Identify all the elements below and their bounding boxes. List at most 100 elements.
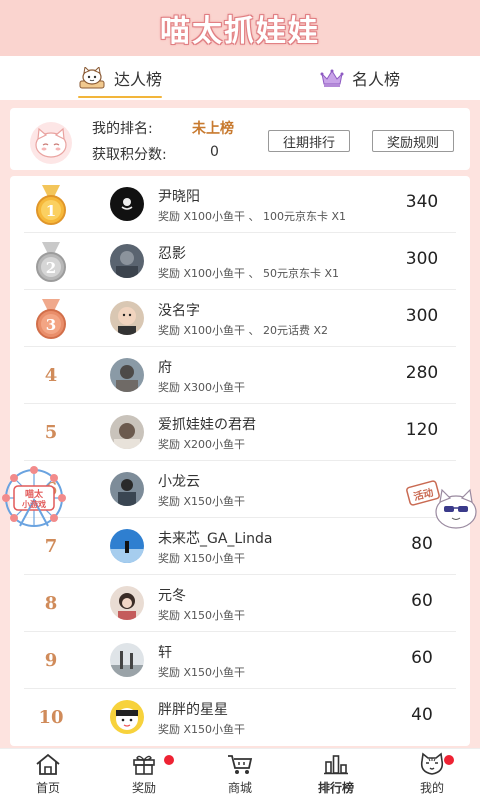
user-score: 300: [405, 306, 439, 326]
leaderboard-row[interactable]: 1 尹晓阳 奖励 X100小鱼干 、 100元京东卡 X1 340: [24, 176, 456, 233]
nav-ranking-label: 排行榜: [317, 781, 354, 795]
nav-mine[interactable]: 我的: [384, 749, 480, 800]
avatar: [110, 529, 144, 563]
tab-celebrities-label: 名人榜: [351, 70, 400, 89]
avatar: [110, 700, 144, 734]
reward-text: 奖励 X200小鱼干: [158, 438, 246, 451]
leaderboard-row[interactable]: 10 胖胖的星星 奖励 X150小鱼干 40: [24, 689, 456, 746]
user-score: 80: [411, 534, 433, 554]
ranking-icon: [322, 751, 350, 777]
user-name: 忍影: [158, 246, 186, 262]
my-rank-card: 我的排名: 未上榜 获取积分数: 0 往期排行 奖励规则: [10, 108, 470, 170]
my-rank-value: 未上榜: [192, 121, 234, 137]
nav-rewards-label: 奖励: [131, 781, 156, 795]
leaderboard-row[interactable]: 3 没名字 奖励 X100小鱼干 、 20元话费 X2 300: [24, 290, 456, 347]
reward-text: 奖励 X100小鱼干 、 100元京东卡 X1: [158, 210, 347, 223]
nav-home-label: 首页: [35, 781, 60, 795]
svg-text:1: 1: [46, 202, 56, 220]
activity-float-button[interactable]: 活动: [406, 478, 480, 534]
mini-game-float-button[interactable]: 喵太 小游戏: [0, 466, 68, 538]
user-name: 元冬: [158, 588, 186, 604]
nav-home[interactable]: 首页: [0, 749, 96, 800]
reward-text: 奖励 X150小鱼干: [158, 723, 246, 736]
nav-mall-label: 商城: [227, 781, 252, 795]
tab-experts[interactable]: 达人榜: [0, 56, 240, 100]
my-score-label: 获取积分数:: [92, 147, 167, 163]
bottom-nav: 首页 奖励 商城 排行榜 我的: [0, 748, 480, 800]
user-score: 40: [411, 705, 433, 725]
user-score: 120: [405, 420, 439, 440]
mini-game-label-bottom: 小游戏: [21, 499, 46, 509]
rank-number: 10: [38, 707, 64, 728]
reward-text: 奖励 X150小鱼干: [158, 666, 246, 679]
cat-icon: [78, 67, 106, 89]
app-title: 喵太抓娃娃: [160, 14, 320, 49]
nav-ranking[interactable]: 排行榜: [288, 749, 384, 800]
reward-text: 奖励 X100小鱼干 、 50元京东卡 X1: [158, 267, 340, 280]
reward-text: 奖励 X300小鱼干: [158, 381, 246, 394]
mini-game-label-top: 喵太: [25, 488, 44, 500]
gift-icon: [131, 751, 157, 777]
crown-icon: [320, 68, 344, 88]
user-score: 340: [405, 192, 439, 212]
bronze-medal-icon: 3: [24, 290, 78, 347]
user-name: 未来芯_GA_Linda: [158, 531, 273, 547]
nav-mall[interactable]: 商城: [192, 749, 288, 800]
my-avatar: [30, 122, 72, 164]
user-name: 尹晓阳: [158, 189, 200, 205]
leaderboard-row[interactable]: 5 爱抓娃娃の君君 奖励 X200小鱼干 120: [24, 404, 456, 461]
cart-icon: [226, 751, 254, 777]
rewards-notification-dot: [164, 755, 174, 765]
reward-text: 奖励 X150小鱼干: [158, 609, 246, 622]
avatar: [110, 244, 144, 278]
avatar: [110, 643, 144, 677]
reward-text: 奖励 X150小鱼干: [158, 552, 246, 565]
svg-text:2: 2: [46, 259, 56, 277]
home-icon: [34, 751, 62, 777]
user-name: 小龙云: [158, 474, 200, 490]
user-score: 300: [405, 249, 439, 269]
mine-notification-dot: [444, 755, 454, 765]
nav-rewards[interactable]: 奖励: [96, 749, 192, 800]
avatar: [110, 472, 144, 506]
svg-text:3: 3: [46, 316, 56, 334]
leaderboard-row[interactable]: 7 未来芯_GA_Linda 奖励 X150小鱼干 80: [24, 518, 456, 575]
avatar: [110, 586, 144, 620]
tab-experts-label: 达人榜: [113, 70, 162, 89]
rank-number: 4: [44, 365, 58, 386]
user-score: 280: [405, 363, 439, 383]
tab-bar: 达人榜 名人榜: [0, 56, 480, 100]
avatar: [110, 358, 144, 392]
app-header: 喵太抓娃娃: [0, 0, 480, 56]
avatar: [110, 301, 144, 335]
history-ranking-button[interactable]: 往期排行: [268, 130, 350, 152]
my-rank-label: 我的排名:: [92, 121, 153, 137]
leaderboard-row[interactable]: 9 轩 奖励 X150小鱼干 60: [24, 632, 456, 689]
user-name: 胖胖的星星: [158, 702, 228, 718]
leaderboard-row[interactable]: 4 府 奖励 X300小鱼干 280: [24, 347, 456, 404]
nav-mine-label: 我的: [419, 781, 444, 795]
cat-face-icon: [418, 751, 446, 777]
user-score: 60: [411, 648, 433, 668]
user-name: 轩: [158, 645, 172, 661]
rank-number: 8: [44, 593, 58, 614]
reward-text: 奖励 X100小鱼干 、 20元话费 X2: [158, 324, 329, 337]
rank-number: 9: [44, 650, 58, 671]
leaderboard-row[interactable]: 2 忍影 奖励 X100小鱼干 、 50元京东卡 X1 300: [24, 233, 456, 290]
leaderboard-row[interactable]: 6 小龙云 奖励 X150小鱼干: [24, 461, 456, 518]
leaderboard-row[interactable]: 8 元冬 奖励 X150小鱼干 60: [24, 575, 456, 632]
avatar: [110, 415, 144, 449]
user-name: 爱抓娃娃の君君: [158, 417, 256, 433]
avatar: [110, 187, 144, 221]
reward-rules-button[interactable]: 奖励规则: [372, 130, 454, 152]
user-score: 60: [411, 591, 433, 611]
reward-text: 奖励 X150小鱼干: [158, 495, 246, 508]
tab-celebrities[interactable]: 名人榜: [240, 56, 480, 100]
gold-medal-icon: 1: [24, 176, 78, 233]
my-score-value: 0: [210, 144, 219, 160]
leaderboard-list[interactable]: 1 尹晓阳 奖励 X100小鱼干 、 100元京东卡 X1 340 2 忍影 奖…: [10, 176, 470, 746]
user-name: 府: [158, 360, 172, 376]
rank-number: 5: [44, 422, 58, 443]
silver-medal-icon: 2: [24, 233, 78, 290]
user-name: 没名字: [158, 303, 200, 319]
